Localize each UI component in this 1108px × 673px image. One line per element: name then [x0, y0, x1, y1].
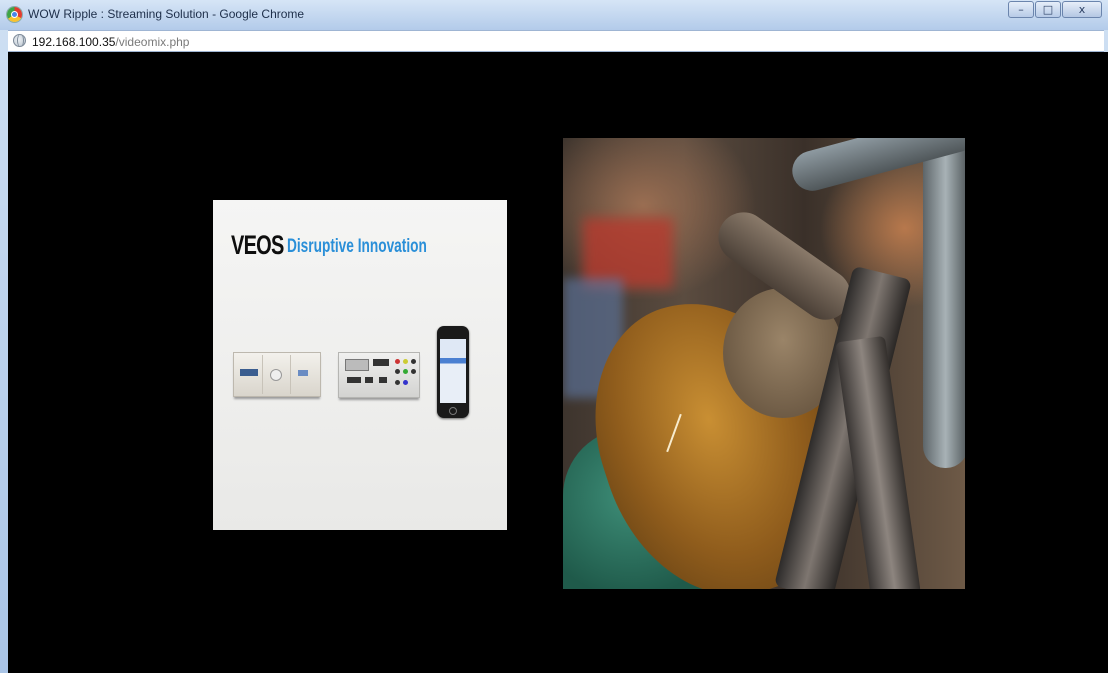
url-text[interactable]: 192.168.100.35/videomix.php [32, 35, 189, 49]
wow-station-device-image [338, 352, 420, 398]
veos-tagline: Disruptive Innovation [287, 236, 427, 257]
close-button[interactable]: x [1062, 1, 1102, 18]
minimize-button[interactable]: – [1008, 1, 1034, 18]
smartphone-image [437, 326, 469, 418]
browser-window: WOW Ripple : Streaming Solution - Google… [0, 0, 1108, 673]
globe-icon [13, 34, 26, 47]
video-panel-left[interactable]: VEOS Disruptive Innovation [213, 200, 507, 530]
window-controls: – □ x [1008, 1, 1102, 18]
title-bar[interactable]: WOW Ripple : Streaming Solution - Google… [0, 0, 1108, 30]
chrome-icon [7, 7, 22, 22]
url-host: 192.168.100.35 [32, 35, 116, 49]
veos-logo: VEOS [231, 230, 284, 260]
encoder-device-image [233, 352, 321, 397]
maximize-button[interactable]: □ [1035, 1, 1061, 18]
url-path: /videomix.php [115, 35, 190, 49]
video-panel-right[interactable] [563, 138, 965, 589]
address-bar[interactable]: 192.168.100.35/videomix.php [8, 30, 1104, 52]
window-title: WOW Ripple : Streaming Solution - Google… [28, 7, 305, 21]
